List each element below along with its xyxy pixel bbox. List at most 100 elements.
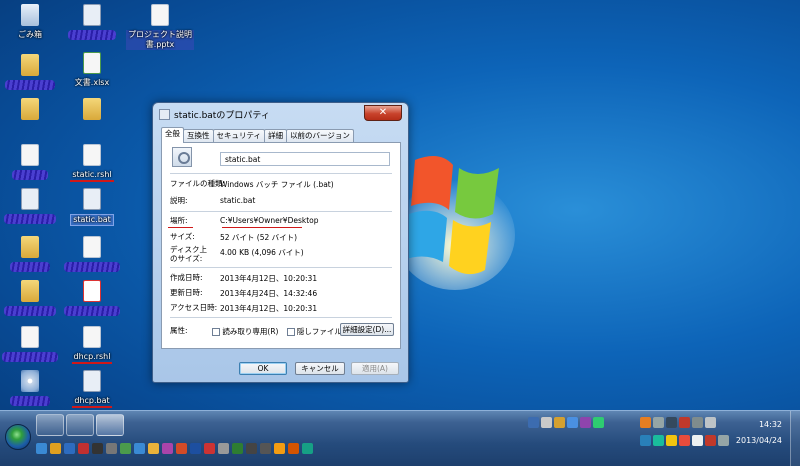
app-icon[interactable] xyxy=(190,443,201,454)
app-icon[interactable] xyxy=(148,443,159,454)
tray-icon[interactable] xyxy=(541,417,552,428)
row-location: 場所: C:¥Users¥Owner¥Desktop xyxy=(170,216,319,225)
tab-general[interactable]: 全般 xyxy=(161,127,184,143)
folder-icon xyxy=(21,98,39,120)
desktop-icon-static-rshl[interactable]: static.rshl xyxy=(56,144,128,182)
row-value: 4.00 KB (4,096 バイト) xyxy=(220,248,304,257)
ie-icon[interactable] xyxy=(64,443,75,454)
divider xyxy=(170,267,392,268)
advanced-button[interactable]: 詳細設定(D)... xyxy=(340,323,394,336)
tray-icon[interactable] xyxy=(640,417,651,428)
redacted-label xyxy=(10,262,50,272)
row-key: ディスク上 のサイズ: xyxy=(170,245,207,263)
chrome-icon[interactable] xyxy=(36,443,47,454)
app-icon[interactable] xyxy=(204,443,215,454)
row-key: サイズ: xyxy=(170,232,195,241)
tab-compatibility[interactable]: 互換性 xyxy=(183,129,214,142)
app-icon[interactable] xyxy=(218,443,229,454)
tray-icon[interactable] xyxy=(653,435,664,446)
show-desktop-button[interactable] xyxy=(790,411,800,466)
app-icon[interactable] xyxy=(302,443,313,454)
tray-icon[interactable] xyxy=(640,435,651,446)
document-icon xyxy=(83,144,101,166)
app-icon[interactable] xyxy=(134,443,145,454)
tray-icon[interactable] xyxy=(705,435,716,446)
dialog-titlebar[interactable]: static.batのプロパティ xyxy=(159,107,270,121)
tab-security[interactable]: セキュリティ xyxy=(212,129,266,142)
taskbar-app-button[interactable] xyxy=(66,414,94,436)
tab-previous-versions[interactable]: 以前のバージョン xyxy=(286,129,354,142)
tray-icon[interactable] xyxy=(567,417,578,428)
tray-icon[interactable] xyxy=(593,417,604,428)
taskbar-app-button[interactable] xyxy=(36,414,64,436)
row-modified: 更新日時: 2013年4月24日、14:32:46 xyxy=(170,288,317,299)
app-icon[interactable] xyxy=(106,443,117,454)
tray-icon[interactable] xyxy=(580,417,591,428)
terminal-icon[interactable] xyxy=(92,443,103,454)
batch-file-icon xyxy=(83,370,101,392)
app-icon[interactable] xyxy=(120,443,131,454)
tray-icon[interactable] xyxy=(554,417,565,428)
desktop-icon-label: static.rshl xyxy=(70,170,114,182)
app-icon[interactable] xyxy=(288,443,299,454)
start-button[interactable] xyxy=(5,424,31,450)
redacted-label xyxy=(4,306,56,316)
document-icon xyxy=(151,4,169,26)
app-icon[interactable] xyxy=(274,443,285,454)
desktop-icon-xlsx[interactable]: 文書.xlsx xyxy=(56,52,128,88)
tray-icon[interactable] xyxy=(679,417,690,428)
file-name-field[interactable]: static.bat xyxy=(220,152,390,166)
app-icon[interactable] xyxy=(78,443,89,454)
app-icon[interactable] xyxy=(260,443,271,454)
tray-icon[interactable] xyxy=(718,435,729,446)
general-panel: static.bat ファイルの種類:Windows バッチ ファイル (.ba… xyxy=(161,142,401,349)
desktop-icon[interactable] xyxy=(56,280,128,319)
tray-icon[interactable] xyxy=(666,435,677,446)
desktop-icon-label: プロジェクト説明 書.pptx xyxy=(126,30,194,50)
folder-icon[interactable] xyxy=(50,443,61,454)
app-icon[interactable] xyxy=(246,443,257,454)
tray-icon[interactable] xyxy=(666,417,677,428)
pdf-file-icon xyxy=(83,280,101,302)
desktop-icon-static-bat[interactable]: static.bat xyxy=(56,188,128,226)
row-description: 説明: static.bat xyxy=(170,196,255,205)
network-icon[interactable] xyxy=(705,417,716,428)
redacted-label xyxy=(64,306,120,316)
row-key: 作成日時: xyxy=(170,273,203,282)
tray-icon[interactable] xyxy=(679,435,690,446)
volume-icon[interactable] xyxy=(692,417,703,428)
document-icon xyxy=(83,236,101,258)
folder-icon xyxy=(21,280,39,302)
desktop-icon-project-doc[interactable]: プロジェクト説明 書.pptx xyxy=(120,4,200,50)
clock-date[interactable]: 2013/04/24 xyxy=(736,436,782,445)
row-file-type: ファイルの種類:Windows バッチ ファイル (.bat) xyxy=(170,179,334,190)
row-value: Windows バッチ ファイル (.bat) xyxy=(220,180,334,189)
desktop-icon-label: static.bat xyxy=(70,214,114,226)
row-key: アクセス日時: xyxy=(170,303,218,312)
tray-icon[interactable] xyxy=(692,435,703,446)
row-attributes: 属性: 読み取り専用(R) 隠しファイル(H) xyxy=(170,326,353,337)
cancel-button[interactable]: キャンセル xyxy=(295,362,345,375)
tab-details[interactable]: 詳細 xyxy=(264,129,288,142)
desktop-icon-dhcp-rshl[interactable]: dhcp.rshl xyxy=(56,326,128,364)
row-value: 2013年4月12日、10:20:31 xyxy=(220,274,318,283)
app-icon[interactable] xyxy=(176,443,187,454)
taskbar-app-button[interactable] xyxy=(96,414,124,436)
desktop-icon[interactable] xyxy=(56,98,128,134)
desktop-icon[interactable] xyxy=(56,236,128,275)
row-key: ファイルの種類: xyxy=(170,179,226,188)
tray-icon[interactable] xyxy=(653,417,664,428)
desktop-icon-dhcp-bat[interactable]: dhcp.bat xyxy=(56,370,128,408)
redacted-label xyxy=(68,30,116,40)
ok-button[interactable]: OK xyxy=(239,362,287,375)
apply-button[interactable]: 適用(A) xyxy=(351,362,399,375)
app-icon[interactable] xyxy=(162,443,173,454)
redacted-label xyxy=(2,352,58,362)
desktop-icon[interactable] xyxy=(56,4,128,43)
app-icon[interactable] xyxy=(232,443,243,454)
row-key: 属性: xyxy=(170,326,188,335)
close-button[interactable]: ✕ xyxy=(364,105,402,121)
readonly-checkbox[interactable]: 読み取り専用(R) xyxy=(212,327,278,336)
clock-time[interactable]: 14:32 xyxy=(759,420,782,429)
tray-icon[interactable] xyxy=(528,417,539,428)
